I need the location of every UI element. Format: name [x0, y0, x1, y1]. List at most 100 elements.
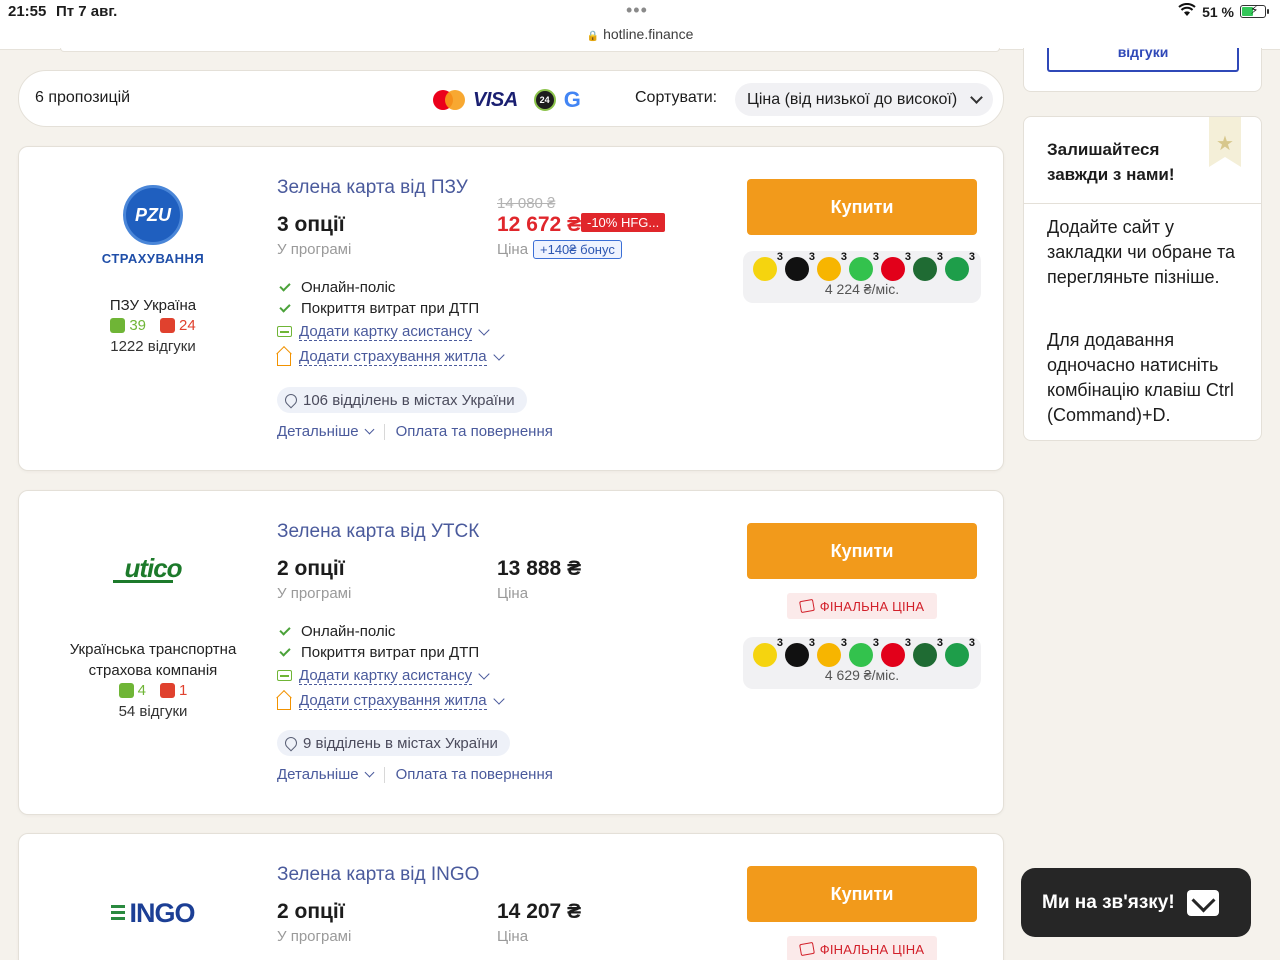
- votes: 39 24: [19, 317, 287, 334]
- addon-assistance[interactable]: Додати картку асистансу: [277, 319, 577, 344]
- pzu-logo-icon: PZU: [123, 185, 183, 245]
- bank-orange-icon: 3: [817, 251, 847, 281]
- buy-button[interactable]: Купити: [747, 866, 977, 922]
- old-price: 14 080 ₴: [497, 195, 556, 212]
- addon-home-insurance[interactable]: Додати страхування житла: [277, 688, 577, 713]
- likes: 4: [118, 682, 146, 699]
- offer-title[interactable]: Зелена карта від INGO: [277, 864, 479, 886]
- final-price-badge: ФІНАЛЬНА ЦІНА: [787, 593, 937, 619]
- card-icon: [277, 326, 292, 337]
- feature-label: Онлайн-поліс: [301, 623, 396, 640]
- browser-status-bar: 21:55 Пт 7 авг. ••• 🔒 hotline.finance 51 …: [0, 0, 1280, 50]
- branches-badge[interactable]: 9 відділень в містах України: [277, 730, 510, 756]
- final-price-text: ФІНАЛЬНА ЦІНА: [819, 598, 925, 614]
- promo-title: Залишайтеся завжди з нами!: [1047, 140, 1175, 184]
- thumbs-down-icon: [160, 318, 175, 333]
- options-sub: У програмі: [277, 241, 352, 258]
- installment-count: 3: [968, 637, 975, 649]
- sort-bar: 6 пропозицій VISA 24 G Сортувати: Ціна (…: [18, 70, 1004, 127]
- features-list: Онлайн-поліс Покриття витрат при ДТП Дод…: [277, 621, 577, 713]
- dislikes: 24: [160, 317, 196, 334]
- battery-percent: 51 %: [1202, 3, 1234, 20]
- features-list: Онлайн-поліс Покриття витрат при ДТП Дод…: [277, 277, 577, 369]
- reviews-button[interactable]: відгуки: [1047, 48, 1239, 72]
- bank-yellow-icon: 3: [753, 637, 783, 667]
- feature-item: Онлайн-поліс: [277, 277, 577, 298]
- divider: [383, 766, 385, 783]
- card-icon: [277, 670, 292, 681]
- branches-badge[interactable]: 106 відділень в містах України: [277, 387, 527, 413]
- addon-label: Додати картку асистансу: [299, 666, 473, 685]
- location-pin-icon: [282, 734, 300, 752]
- addon-assistance[interactable]: Додати картку асистансу: [277, 663, 577, 688]
- company-logo[interactable]: INGO: [19, 898, 287, 929]
- lock-icon: 🔒: [586, 31, 600, 42]
- buy-button[interactable]: Купити: [747, 179, 977, 235]
- payment-link[interactable]: Оплата та повернення: [396, 423, 553, 440]
- check-icon: [279, 644, 291, 657]
- thumbs-up-icon: [118, 683, 134, 698]
- buy-button[interactable]: Купити: [747, 523, 977, 579]
- bank-paw-icon: 3: [785, 637, 815, 667]
- options-count: 2 опції: [277, 900, 345, 923]
- sort-select[interactable]: Ціна (від низької до високої): [735, 83, 993, 116]
- installment-count: 3: [776, 251, 783, 263]
- company-name[interactable]: Українська транспортна страхова компанія: [19, 639, 287, 681]
- payment-link[interactable]: Оплата та повернення: [396, 766, 553, 783]
- battery-icon: ⚡: [1240, 3, 1269, 18]
- offer-links: Детальніше Оплата та повернення: [277, 423, 553, 440]
- bank-yellow-icon: 3: [753, 251, 783, 281]
- address-bar[interactable]: 🔒 hotline.finance: [0, 26, 1280, 42]
- bonus-badge[interactable]: +140₴ бонус: [533, 240, 622, 259]
- details-link[interactable]: Детальніше: [277, 766, 359, 783]
- thumbs-down-icon: [160, 683, 175, 698]
- more-dots-icon[interactable]: •••: [626, 0, 648, 21]
- installment-count: 3: [840, 637, 847, 649]
- company-info: ПЗУ Україна 39 24 1222 відгуки: [19, 295, 287, 355]
- addon-label: Додати картку асистансу: [299, 322, 473, 341]
- company-logo[interactable]: utico: [19, 553, 287, 583]
- dislikes-count: 1: [179, 682, 188, 699]
- chat-button[interactable]: Ми на зв'язку!: [1021, 868, 1251, 937]
- company-info: Українська транспортна страхова компанія…: [19, 639, 287, 720]
- reviews-link[interactable]: 54 відгуки: [19, 703, 287, 720]
- details-link[interactable]: Детальніше: [277, 423, 359, 440]
- divider: [383, 423, 385, 440]
- offer-title[interactable]: Зелена карта від ПЗУ: [277, 177, 468, 199]
- installment-count: 3: [968, 251, 975, 263]
- installment-banks: 3 3 3 3 3 3 3: [753, 251, 975, 281]
- sort-value: Ціна (від низької до високої): [747, 90, 958, 108]
- divider: [1024, 203, 1261, 204]
- price: 14 207 ₴: [497, 900, 582, 923]
- chevron-down-icon: [478, 323, 490, 336]
- addon-home-insurance[interactable]: Додати страхування житла: [277, 344, 577, 369]
- installment-count: 3: [872, 251, 879, 263]
- discount-badge[interactable]: -10% HFG...: [581, 213, 666, 232]
- company-logo[interactable]: PZU СТРАХУВАННЯ: [19, 185, 287, 266]
- votes: 4 1: [19, 682, 287, 699]
- feature-label: Покриття витрат при ДТП: [301, 300, 480, 317]
- mastercard-icon: [433, 90, 465, 110]
- installment-box[interactable]: 3 3 3 3 3 3 3 4 629 ₴/міс.: [743, 637, 981, 689]
- company-name[interactable]: ПЗУ Україна: [19, 295, 287, 316]
- ingo-logo-icon: INGO: [19, 898, 287, 929]
- house-icon: [277, 352, 291, 366]
- likes-count: 39: [129, 317, 146, 334]
- chevron-down-icon: [364, 767, 375, 778]
- clock: 21:55: [8, 3, 47, 20]
- check-icon: [279, 623, 291, 636]
- installment-count: 3: [808, 637, 815, 649]
- price-tag-icon: [798, 941, 815, 957]
- feature-item: Покриття витрат при ДТП: [277, 298, 577, 319]
- installment-count: 3: [936, 637, 943, 649]
- branches-text: 9 відділень в містах України: [303, 734, 498, 752]
- final-price-text: ФІНАЛЬНА ЦІНА: [819, 941, 925, 957]
- installment-box[interactable]: 3 3 3 3 3 3 3 4 224 ₴/міс.: [743, 251, 981, 303]
- house-icon: [277, 696, 291, 710]
- offer-title[interactable]: Зелена карта від УТСК: [277, 521, 479, 543]
- google-pay-icon: G: [563, 87, 581, 112]
- reviews-panel: відгуки: [1023, 48, 1262, 92]
- reviews-link[interactable]: 1222 відгуки: [19, 338, 287, 355]
- dislikes: 1: [160, 682, 187, 699]
- chevron-down-icon: [492, 348, 505, 361]
